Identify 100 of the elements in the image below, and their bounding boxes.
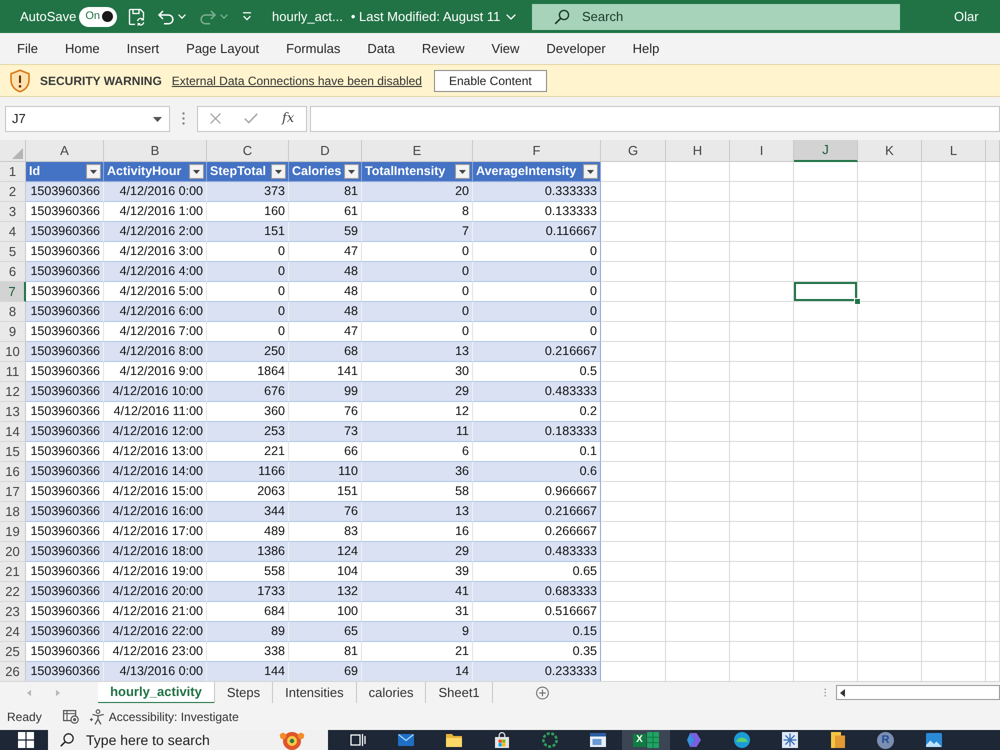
insert-function-button[interactable]: fx bbox=[282, 108, 294, 128]
undo-icon[interactable] bbox=[157, 8, 176, 24]
filter-button[interactable] bbox=[189, 164, 204, 179]
row-header[interactable]: 1 bbox=[0, 162, 26, 182]
caret-icon[interactable] bbox=[153, 116, 162, 122]
column-header[interactable]: B bbox=[104, 140, 207, 162]
ribbon-tab[interactable]: File bbox=[17, 38, 38, 58]
row-header[interactable]: 15 bbox=[0, 442, 26, 462]
table-cell: 344 bbox=[207, 502, 289, 522]
spreadsheet-icon bbox=[647, 732, 659, 748]
grip-icon[interactable] bbox=[182, 112, 185, 125]
filter-button[interactable] bbox=[271, 164, 286, 179]
taskbar-search-field[interactable]: Type here to search bbox=[48, 730, 328, 750]
ribbon-tab[interactable]: Developer bbox=[546, 38, 606, 58]
row-header[interactable]: 18 bbox=[0, 502, 26, 522]
name-box[interactable]: J7 bbox=[5, 106, 170, 132]
row-header[interactable]: 11 bbox=[0, 362, 26, 382]
fill-handle[interactable] bbox=[854, 298, 861, 305]
row-header[interactable]: 21 bbox=[0, 562, 26, 582]
taskbar-app-button[interactable]: X bbox=[622, 730, 670, 750]
column-title: StepTotal bbox=[210, 163, 266, 180]
row-header[interactable]: 12 bbox=[0, 382, 26, 402]
filter-button[interactable] bbox=[344, 164, 359, 179]
table-cell: 4/12/2016 6:00 bbox=[104, 302, 207, 322]
search-field[interactable]: Search bbox=[532, 4, 900, 30]
filter-button[interactable] bbox=[583, 164, 598, 179]
ribbon-tab[interactable]: Insert bbox=[126, 38, 160, 58]
table-cell: 20 bbox=[362, 182, 473, 202]
ribbon-tab[interactable]: Page Layout bbox=[186, 38, 260, 58]
table-cell: 81 bbox=[289, 182, 362, 202]
column-header[interactable]: I bbox=[730, 140, 794, 162]
row-header[interactable]: 2 bbox=[0, 182, 26, 202]
macro-record-icon[interactable] bbox=[62, 710, 79, 724]
column-header[interactable]: G bbox=[601, 140, 666, 162]
save-icon[interactable] bbox=[128, 8, 146, 26]
table-cell: 4/12/2016 0:00 bbox=[104, 182, 207, 202]
start-menu-icon[interactable] bbox=[18, 732, 34, 748]
table-cell: 1503960366 bbox=[26, 342, 104, 362]
row-header[interactable]: 26 bbox=[0, 662, 26, 681]
column-header[interactable]: K bbox=[858, 140, 922, 162]
filter-button[interactable] bbox=[455, 164, 470, 179]
column-header[interactable]: E bbox=[362, 140, 473, 162]
table-cell: 4/12/2016 22:00 bbox=[104, 622, 207, 642]
autosave-toggle[interactable]: On bbox=[79, 6, 118, 26]
app-logo: X bbox=[633, 734, 646, 746]
column-header[interactable]: F bbox=[473, 140, 601, 162]
ribbon-tab[interactable]: View bbox=[491, 38, 520, 58]
ribbon-tab[interactable]: Review bbox=[422, 38, 464, 58]
row-header[interactable]: 16 bbox=[0, 462, 26, 482]
column-header[interactable]: A bbox=[26, 140, 104, 162]
table-cell: 0.116667 bbox=[473, 222, 601, 242]
row-header[interactable]: 3 bbox=[0, 202, 26, 222]
row-header[interactable]: 14 bbox=[0, 422, 26, 442]
customize-icon[interactable] bbox=[242, 12, 252, 21]
table-cell: 41 bbox=[362, 582, 473, 602]
column-header[interactable]: J bbox=[794, 140, 858, 162]
ribbon-tab[interactable]: Home bbox=[64, 38, 100, 58]
row-header[interactable]: 4 bbox=[0, 222, 26, 242]
enable-content-button[interactable]: Enable Content bbox=[434, 70, 547, 92]
row-header[interactable]: 10 bbox=[0, 342, 26, 362]
app-logo: R bbox=[877, 732, 894, 748]
document-title[interactable]: hourly_act... bbox=[272, 6, 343, 26]
row-header[interactable]: 5 bbox=[0, 242, 26, 262]
accessibility-icon[interactable] bbox=[88, 708, 105, 724]
table-cell: 36 bbox=[362, 462, 473, 482]
column-header[interactable]: C bbox=[207, 140, 289, 162]
row-header[interactable]: 22 bbox=[0, 582, 26, 602]
sheet-tab[interactable]: hourly_activity bbox=[98, 682, 215, 704]
filter-button[interactable] bbox=[86, 164, 101, 179]
row-header[interactable]: 24 bbox=[0, 622, 26, 642]
column-header[interactable]: D bbox=[289, 140, 362, 162]
warning-link[interactable]: External Data Connections have been disabled bbox=[172, 72, 422, 90]
add-sheet-icon[interactable] bbox=[536, 684, 549, 700]
formula-input[interactable] bbox=[310, 106, 1000, 132]
row-header[interactable]: 23 bbox=[0, 602, 26, 622]
row-header[interactable]: 25 bbox=[0, 642, 26, 662]
last-modified-label[interactable]: • Last Modified: August 11 bbox=[350, 6, 500, 26]
row-header[interactable]: 8 bbox=[0, 302, 26, 322]
table-cell: 11 bbox=[362, 422, 473, 442]
row-header[interactable]: 9 bbox=[0, 322, 26, 342]
grip-icon[interactable] bbox=[824, 687, 826, 698]
ribbon-tab[interactable]: Help bbox=[632, 38, 660, 58]
row-header[interactable]: 20 bbox=[0, 542, 26, 562]
column-title: AverageIntensity bbox=[476, 163, 576, 180]
row-header[interactable]: 19 bbox=[0, 522, 26, 542]
ribbon-tab[interactable]: Data bbox=[367, 38, 395, 58]
horizontal-scrollbar[interactable] bbox=[836, 685, 1000, 700]
table-cell: 1166 bbox=[207, 462, 289, 482]
ribbon-tab[interactable]: Formulas bbox=[286, 38, 340, 58]
row-header[interactable]: 7 bbox=[0, 282, 26, 302]
scroll-left-icon[interactable] bbox=[840, 688, 846, 696]
row-header[interactable]: 17 bbox=[0, 482, 26, 502]
chevron-down-icon[interactable] bbox=[506, 14, 516, 20]
user-name[interactable]: Olar bbox=[954, 6, 979, 26]
accessibility-status[interactable]: Accessibility: Investigate bbox=[108, 708, 239, 726]
row-header[interactable]: 13 bbox=[0, 402, 26, 422]
row-header[interactable]: 6 bbox=[0, 262, 26, 282]
column-header[interactable]: L bbox=[922, 140, 986, 162]
column-header[interactable]: H bbox=[666, 140, 730, 162]
table-cell: 89 bbox=[207, 622, 289, 642]
